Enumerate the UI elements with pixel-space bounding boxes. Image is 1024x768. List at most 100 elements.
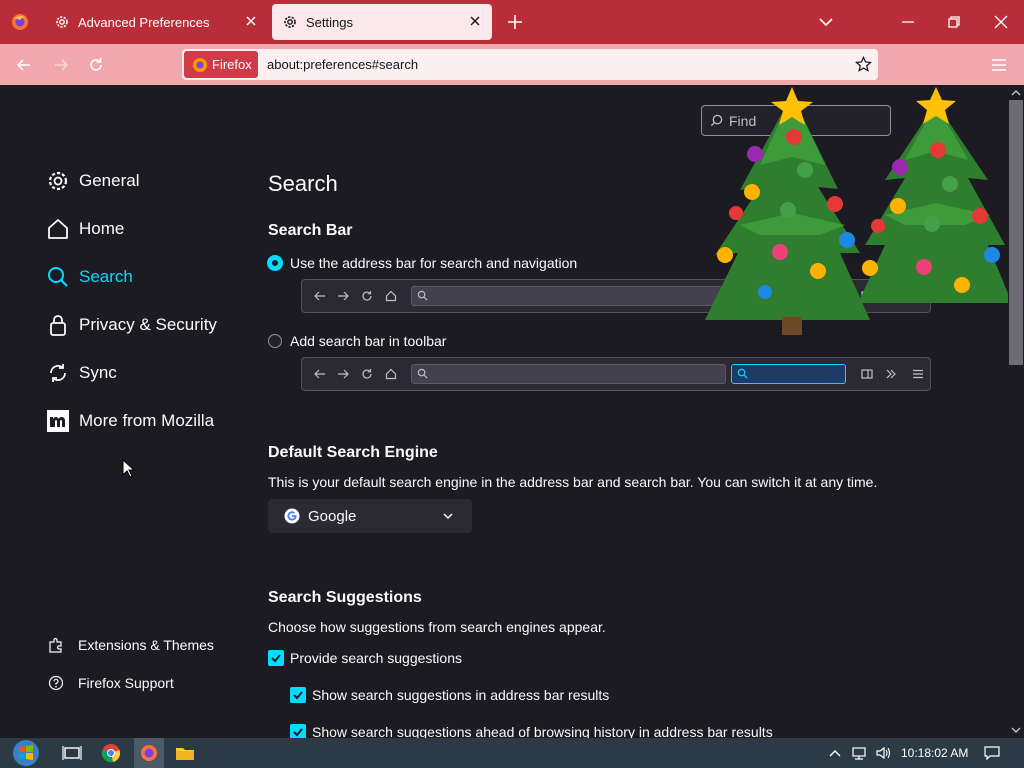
close-tab-icon[interactable] [468,14,482,28]
taskbar-firefox-active[interactable] [134,738,164,768]
sidebar-item-label: Home [79,219,125,238]
chevron-up-icon[interactable] [827,746,843,760]
radio-label: Add search bar in toolbar [290,333,447,349]
provide-suggestions-checkbox[interactable]: Provide search suggestions [268,650,462,666]
suggestions-ahead-of-history-checkbox[interactable]: Show search suggestions ahead of browsin… [290,724,773,738]
sidebar-item-general[interactable]: General [46,169,139,193]
restore-icon[interactable] [946,14,962,30]
chevron-down-icon [443,513,453,520]
default-engine-dropdown[interactable]: Google [268,499,472,533]
sidebar-toggle-icon [861,369,873,379]
use-address-bar-radio[interactable]: Use the address bar for search and navig… [268,255,577,271]
checkbox-label: Show search suggestions ahead of browsin… [312,724,773,738]
search-icon [417,368,428,379]
forward-arrow-icon [338,291,349,301]
checkmark-icon [293,691,303,700]
tab-label: Settings [306,14,353,30]
puzzle-icon [49,637,62,653]
checkbox-checked[interactable] [290,724,306,738]
volume-icon[interactable] [875,746,891,760]
minimize-icon[interactable] [900,14,916,30]
address-bar[interactable]: Firefox about:preferences#search [182,49,878,80]
hamburger-menu-icon [913,369,923,379]
bookmark-star-icon[interactable] [855,56,872,73]
default-search-engine-heading: Default Search Engine [268,444,438,461]
new-tab-plus-icon[interactable] [506,13,524,31]
checkmark-icon [271,654,281,663]
preview-search-field [731,364,846,384]
preview-address-field [411,364,726,384]
sidebar-item-label: Search [79,267,133,286]
tab-settings[interactable]: Settings [272,4,492,40]
sidebar-toggle-icon [861,291,873,301]
back-arrow-icon[interactable] [15,56,33,74]
url-text[interactable]: about:preferences#search [267,57,418,72]
sidebar-item-more-from-mozilla[interactable]: More from Mozilla [46,409,214,433]
scroll-down-arrow-icon[interactable] [1010,725,1022,735]
search-icon [48,267,68,287]
identity-box[interactable]: Firefox [184,51,258,78]
reload-icon[interactable] [87,56,105,74]
firefox-icon [193,57,207,72]
firefox-icon [141,745,157,761]
overflow-chevron-icon [886,291,896,301]
preferences-page: Find General Home Search Privacy & Secur… [0,85,1008,738]
task-view-icon[interactable] [62,743,82,763]
sidebar-item-privacy-security[interactable]: Privacy & Security [46,313,217,337]
lock-icon [50,315,66,336]
scroll-up-arrow-icon[interactable] [1010,88,1022,98]
sidebar-item-label: Sync [79,363,117,382]
tab-strip: Advanced Preferences Settings [0,0,1024,44]
firefox-support-label: Firefox Support [78,675,174,691]
checkbox-checked[interactable] [290,687,306,703]
file-explorer-icon[interactable] [175,743,195,763]
chrome-icon[interactable] [101,743,121,763]
search-icon [737,368,748,379]
tab-advanced-preferences[interactable]: Advanced Preferences [44,4,268,40]
taskbar-clock[interactable]: 10:18:02 AM [901,746,968,760]
sidebar-item-search[interactable]: Search [46,265,133,289]
sidebar-item-label: Privacy & Security [79,315,217,334]
find-placeholder: Find [729,112,757,129]
home-icon [385,368,397,380]
network-icon[interactable] [851,746,867,760]
firefox-icon[interactable] [10,12,30,32]
extensions-themes-label: Extensions & Themes [78,637,214,653]
sync-icon [50,364,66,382]
overflow-chevron-icon [886,369,896,379]
mozilla-icon [47,410,69,432]
radio-selected-indicator[interactable] [268,256,282,270]
reload-icon [362,291,372,301]
sidebar-item-home[interactable]: Home [46,217,124,241]
checkbox-label: Provide search suggestions [290,650,462,666]
forward-arrow-icon[interactable] [52,56,70,74]
default-engine-description: This is your default search engine in th… [268,474,878,490]
notifications-icon[interactable] [984,746,1000,760]
google-logo-icon [284,508,300,524]
windows-start-icon[interactable] [8,738,44,768]
close-window-icon[interactable] [993,14,1009,30]
scrollbar-thumb[interactable] [1009,100,1023,365]
chevron-down-icon[interactable] [818,14,834,30]
extensions-themes-link[interactable]: Extensions & Themes [48,637,214,653]
preview-address-field [411,286,846,306]
address-bar-suggestions-checkbox[interactable]: Show search suggestions in address bar r… [290,687,609,703]
address-bar-preview [301,279,931,313]
firefox-support-link[interactable]: Firefox Support [48,675,174,691]
sidebar-item-sync[interactable]: Sync [46,361,117,385]
home-icon [48,219,68,239]
forward-arrow-icon [338,369,349,379]
close-tab-icon[interactable] [244,14,258,28]
checkbox-checked[interactable] [268,650,284,666]
hamburger-menu-icon[interactable] [990,56,1008,74]
selected-engine: Google [308,507,357,525]
checkbox-label: Show search suggestions in address bar r… [312,687,610,703]
add-search-bar-radio[interactable]: Add search bar in toolbar [268,333,446,349]
radio-unselected-indicator[interactable] [268,334,282,348]
reload-icon [362,369,372,379]
sidebar-item-label: More from Mozilla [79,411,215,430]
search-icon [710,114,723,127]
page-title: Search [268,171,338,196]
search-suggestions-heading: Search Suggestions [268,589,422,606]
find-in-settings-input[interactable]: Find [701,105,891,136]
